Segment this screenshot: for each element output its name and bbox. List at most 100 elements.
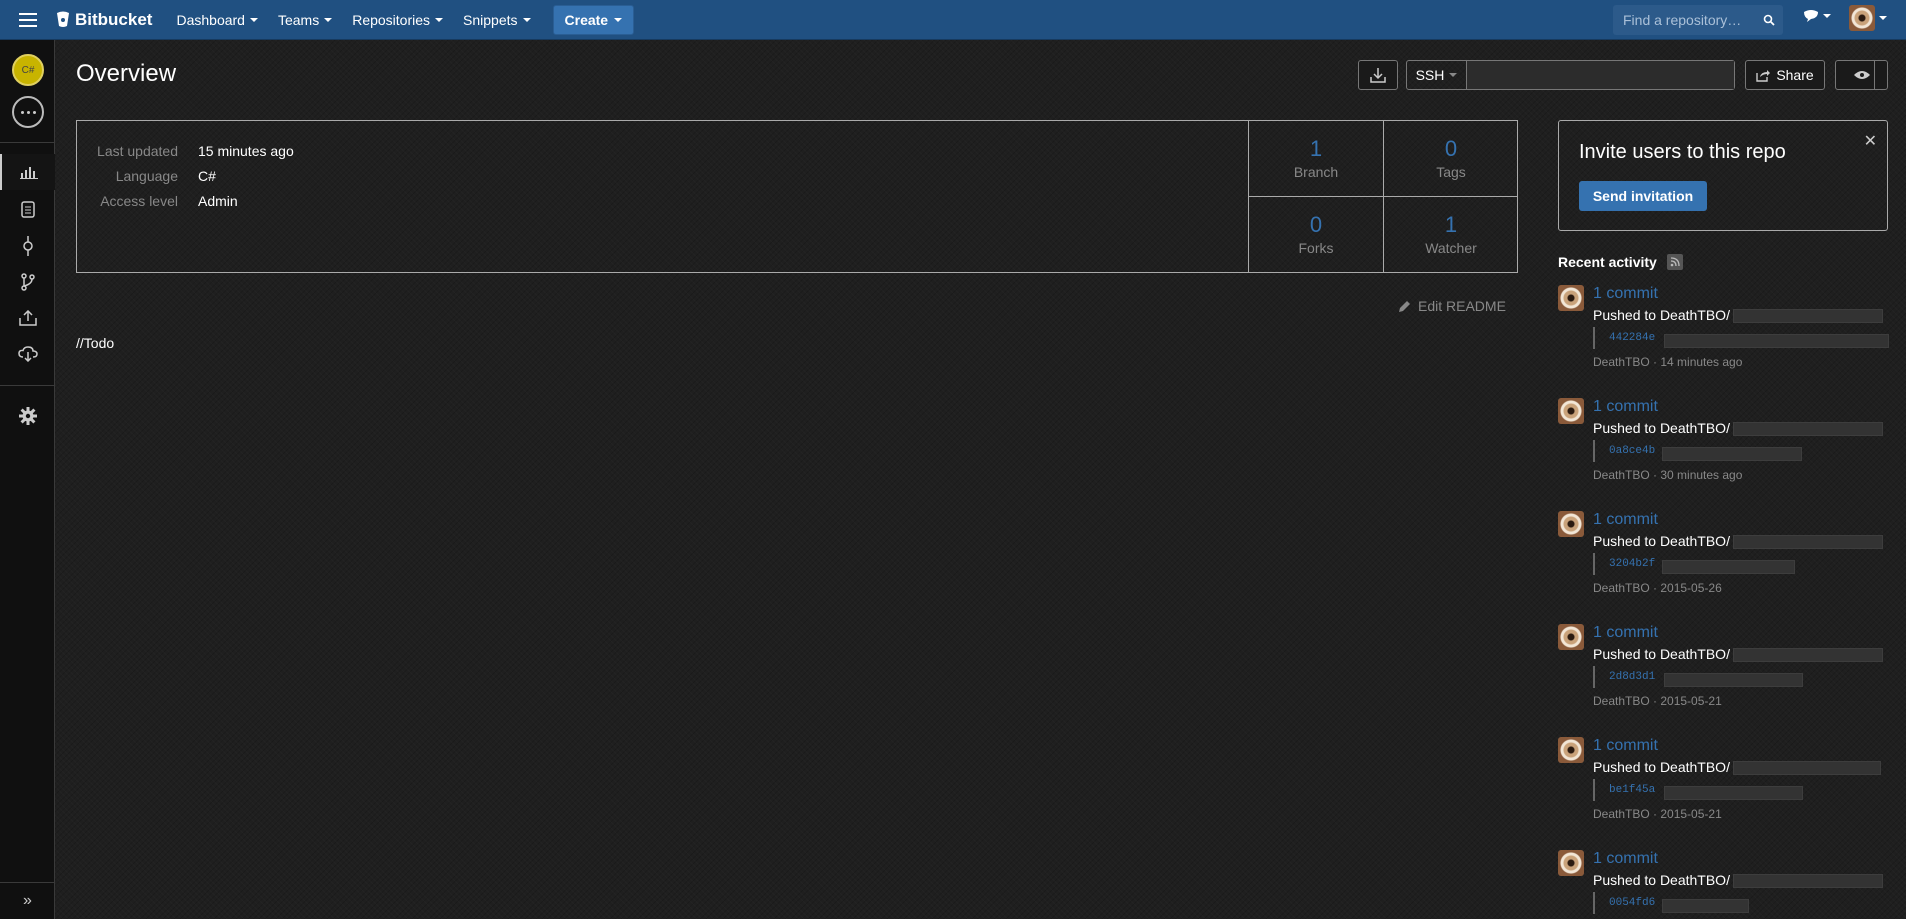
activity-item: 1 commit Pushed to DeathTBO/ 0a8ce4b Dea…: [1558, 398, 1898, 498]
more-icon[interactable]: [12, 96, 44, 128]
avatar: [1558, 398, 1584, 424]
nav-teams[interactable]: Teams: [268, 0, 342, 40]
activity-commit-row: be1f45a: [1593, 779, 1655, 801]
brand-name: Bitbucket: [75, 9, 153, 29]
activity-commit-row: 442284e: [1593, 327, 1655, 349]
activity-item: 1 commit Pushed to DeathTBO/ 442284e Dea…: [1558, 285, 1898, 385]
close-icon[interactable]: ✕: [1864, 131, 1877, 151]
clone-protocol-label: SSH: [1415, 67, 1445, 83]
stat-watchers[interactable]: 1 Watcher: [1383, 196, 1518, 272]
rss-icon[interactable]: [1666, 254, 1683, 270]
avatar: [1558, 285, 1584, 311]
redacted-block: [1664, 786, 1803, 800]
page-title: Overview: [76, 60, 177, 87]
activity-commit-row: 3204b2f: [1593, 553, 1655, 575]
stat-label: Branch: [1293, 164, 1339, 180]
stat-forks[interactable]: 0 Forks: [1248, 196, 1383, 272]
chevron-down-icon: [1823, 14, 1831, 18]
chevron-down-icon: [1449, 73, 1458, 77]
invite-title: Invite users to this repo: [1579, 141, 1786, 163]
commits-icon[interactable]: [0, 228, 55, 264]
stat-tags[interactable]: 0 Tags: [1383, 121, 1518, 197]
invite-panel: Invite users to this repo ✕ Send invitat…: [1558, 120, 1888, 231]
activity-commit-link[interactable]: 1 commit: [1593, 511, 1658, 529]
branches-icon[interactable]: [0, 264, 55, 300]
commit-hash-link[interactable]: 3204b2f: [1609, 558, 1655, 570]
clone-protocol-select[interactable]: SSH: [1407, 61, 1467, 89]
commit-hash-link[interactable]: 0054fd6: [1609, 897, 1655, 909]
commit-hash-link[interactable]: 442284e: [1609, 332, 1655, 344]
avatar: [1558, 737, 1584, 763]
redacted-block: [1662, 899, 1749, 913]
eye-icon: [1853, 71, 1870, 79]
stat-value: 0: [1309, 212, 1323, 237]
activity-meta: DeathTBO · 14 minutes ago: [1593, 355, 1743, 369]
download-button[interactable]: [1358, 60, 1398, 90]
avatar: [1558, 850, 1584, 876]
repository-search-input[interactable]: Find a repository…: [1613, 5, 1783, 35]
downloads-icon[interactable]: [0, 336, 55, 372]
commit-hash-link[interactable]: be1f45a: [1609, 784, 1655, 796]
avatar: [1849, 5, 1875, 31]
activity-commit-link[interactable]: 1 commit: [1593, 624, 1658, 642]
pull-requests-icon[interactable]: [0, 300, 55, 336]
commit-hash-link[interactable]: 2d8d3d1: [1609, 671, 1655, 683]
share-label: Share: [1776, 67, 1814, 83]
activity-item: 1 commit Pushed to DeathTBO/ be1f45a Dea…: [1558, 737, 1898, 837]
share-button[interactable]: Share: [1745, 60, 1825, 90]
settings-icon[interactable]: [0, 398, 55, 434]
stat-label: Forks: [1298, 240, 1334, 256]
share-icon: [1756, 69, 1771, 82]
chevron-down-icon: [522, 17, 531, 22]
meta-language: Language C#: [77, 168, 216, 184]
meta-label: Last updated: [97, 143, 178, 159]
activity-commit-link[interactable]: 1 commit: [1593, 737, 1658, 755]
nav-teams-label: Teams: [277, 11, 320, 28]
stat-branches[interactable]: 1 Branch: [1248, 121, 1383, 197]
commit-hash-link[interactable]: 0a8ce4b: [1609, 445, 1655, 457]
redacted-block: [1664, 334, 1889, 348]
nav-snippets[interactable]: Snippets: [453, 0, 540, 40]
redacted-block: [1664, 673, 1803, 687]
meta-last-updated: Last updated 15 minutes ago: [77, 143, 294, 159]
activity-item: 1 commit Pushed to DeathTBO/ 3204b2f Dea…: [1558, 511, 1898, 611]
menu-icon[interactable]: [0, 0, 56, 40]
avatar: [1558, 624, 1584, 650]
activity-commit-link[interactable]: 1 commit: [1593, 398, 1658, 416]
activity-commit-row: 0a8ce4b: [1593, 440, 1655, 462]
search-icon: [1763, 14, 1775, 26]
recent-activity-heading: Recent activity: [1558, 254, 1683, 270]
create-button[interactable]: Create: [552, 4, 635, 35]
stat-value: 1: [1444, 212, 1458, 237]
redacted-block: [1662, 447, 1802, 461]
activity-text: Pushed to DeathTBO/: [1593, 420, 1730, 436]
activity-item: 1 commit Pushed to DeathTBO/ 0054fd6: [1558, 850, 1898, 919]
help-button[interactable]: [1803, 9, 1831, 23]
expand-sidebar-icon[interactable]: »: [0, 883, 55, 919]
user-menu-button[interactable]: [1849, 5, 1887, 31]
activity-text: Pushed to DeathTBO/: [1593, 872, 1730, 888]
send-invitation-button[interactable]: Send invitation: [1579, 181, 1707, 211]
overview-icon[interactable]: [0, 154, 55, 190]
meta-label: Language: [115, 168, 178, 184]
clone-url-field[interactable]: [1467, 61, 1734, 89]
activity-commit-link[interactable]: 1 commit: [1593, 285, 1658, 303]
redacted-block: [1733, 648, 1883, 662]
stat-label: Tags: [1436, 164, 1466, 180]
nav-repositories[interactable]: Repositories: [342, 0, 453, 40]
activity-text: Pushed to DeathTBO/: [1593, 307, 1730, 323]
stat-value: 1: [1309, 136, 1323, 161]
edit-readme-link[interactable]: Edit README: [1398, 298, 1506, 314]
watch-button[interactable]: [1835, 60, 1888, 90]
activity-commit-link[interactable]: 1 commit: [1593, 850, 1658, 868]
nav-dashboard[interactable]: Dashboard: [166, 0, 268, 40]
activity-text: Pushed to DeathTBO/: [1593, 533, 1730, 549]
repo-stats-panel: Last updated 15 minutes ago Language C# …: [76, 120, 1518, 273]
repo-avatar[interactable]: C#: [12, 54, 44, 86]
activity-commit-row: 0054fd6: [1593, 892, 1655, 914]
clone-group: SSH: [1406, 60, 1735, 90]
source-icon[interactable]: [0, 191, 55, 227]
bitbucket-logo[interactable]: Bitbucket: [56, 10, 152, 30]
stat-label: Watcher: [1425, 240, 1477, 256]
meta-value: 15 minutes ago: [198, 143, 294, 159]
